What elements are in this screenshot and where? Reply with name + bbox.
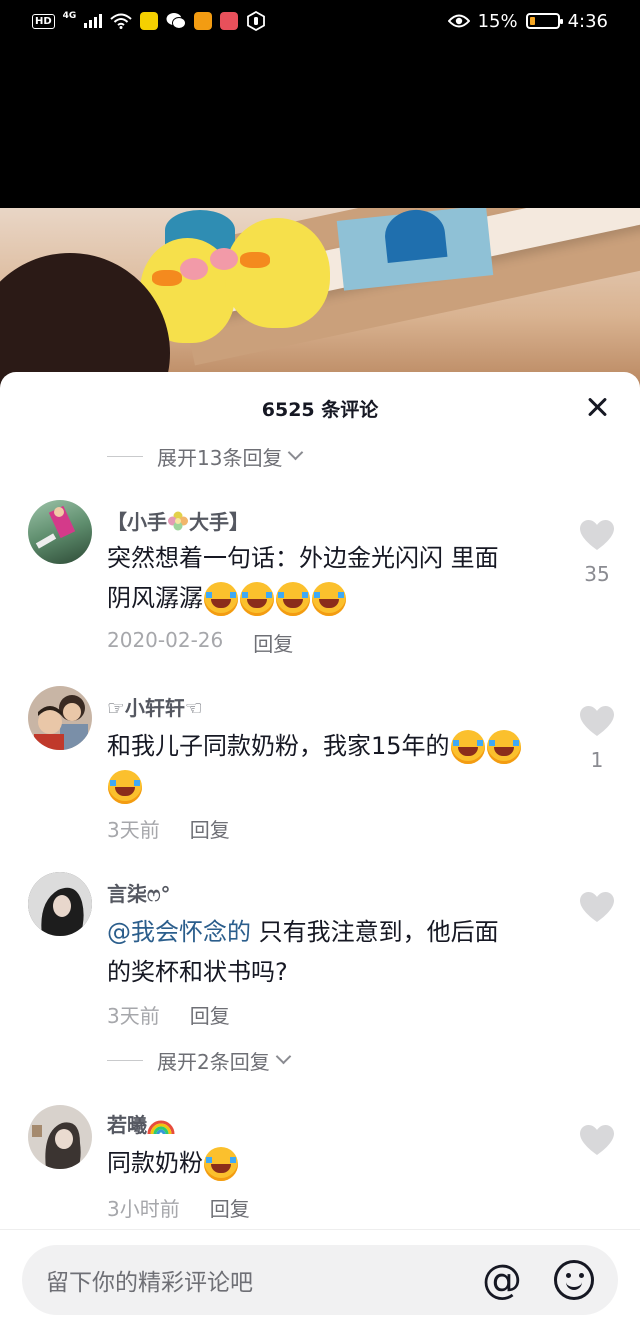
book-app-icon bbox=[220, 12, 239, 30]
comment-author[interactable]: ☞小轩轩☜ bbox=[107, 692, 203, 721]
flower-icon bbox=[168, 511, 188, 531]
comment-meta: 2020-02-26 回复 bbox=[107, 628, 293, 657]
smile-icon[interactable] bbox=[554, 1260, 594, 1300]
comment-text: @我会怀念的 只有我注意到，他后面 的奖杯和状书吗? bbox=[107, 918, 499, 986]
comment-text: 突然想着一句话：外边金光闪闪 里面 阴风潺潺 bbox=[107, 538, 557, 618]
laugh-cry-emoji-icon bbox=[204, 582, 238, 616]
comment-text: 和我儿子同款奶粉，我家15年的 bbox=[107, 726, 557, 806]
expand-replies-button[interactable]: 展开2条回复 bbox=[107, 1046, 292, 1075]
heart-icon[interactable] bbox=[580, 892, 614, 924]
comment-author[interactable]: 若曦 bbox=[107, 1109, 175, 1138]
comment-date: 3天前 bbox=[107, 818, 160, 842]
close-icon[interactable] bbox=[584, 394, 610, 420]
comment-text: 同款奶粉 bbox=[107, 1143, 557, 1183]
comment-date: 2020-02-26 bbox=[107, 628, 224, 652]
expand-replies-label: 展开13条回复 bbox=[157, 446, 283, 470]
comment-count-title: 6525 条评论 bbox=[261, 398, 379, 421]
laugh-cry-emoji-icon bbox=[204, 1147, 238, 1181]
reply-button[interactable]: 回复 bbox=[253, 628, 293, 657]
expand-replies-button[interactable]: 展开13条回复 bbox=[107, 442, 304, 471]
comment-date: 3天前 bbox=[107, 1004, 160, 1028]
avatar[interactable] bbox=[28, 686, 92, 750]
comment-input-bar: 留下你的精彩评论吧 @ bbox=[0, 1229, 640, 1329]
rainbow-icon bbox=[147, 1120, 175, 1135]
laugh-cry-emoji-icon bbox=[312, 582, 346, 616]
eye-icon bbox=[447, 14, 470, 28]
comment-date: 3小时前 bbox=[107, 1197, 180, 1221]
status-bar: HD 4G 15% 4:36 bbox=[0, 0, 640, 42]
comment-input-placeholder[interactable]: 留下你的精彩评论吧 bbox=[46, 1263, 482, 1297]
like-count: 1 bbox=[590, 748, 604, 772]
comment-meta: 3天前 回复 bbox=[107, 1000, 230, 1029]
comment-meta: 3天前 回复 bbox=[107, 814, 230, 843]
like-button[interactable]: 1 bbox=[575, 706, 619, 772]
heart-icon[interactable] bbox=[580, 706, 614, 738]
wifi-icon bbox=[110, 13, 132, 29]
laugh-cry-emoji-icon bbox=[240, 582, 274, 616]
video-letterbox bbox=[0, 42, 640, 208]
avatar[interactable] bbox=[28, 1105, 92, 1169]
hand-icon bbox=[247, 11, 266, 31]
avatar[interactable] bbox=[28, 872, 92, 936]
reply-button[interactable]: 回复 bbox=[210, 1193, 250, 1222]
video-app-icon bbox=[194, 12, 213, 30]
comments-sheet: 6525 条评论 展开13条回复 【小手 大手】 突然想着一句话：外边金光闪闪 里… bbox=[0, 372, 640, 1329]
heart-icon[interactable] bbox=[580, 520, 614, 552]
reply-button[interactable]: 回复 bbox=[190, 1000, 230, 1029]
laugh-cry-emoji-icon bbox=[108, 770, 142, 804]
sheet-header: 6525 条评论 bbox=[0, 372, 640, 444]
expand-replies-label: 展开2条回复 bbox=[157, 1050, 270, 1074]
comment-author[interactable]: 【小手 大手】 bbox=[107, 506, 249, 535]
video-frame[interactable] bbox=[0, 208, 640, 388]
network-type: 4G bbox=[62, 11, 77, 21]
like-button[interactable]: 35 bbox=[575, 520, 619, 586]
like-button[interactable] bbox=[575, 1125, 619, 1161]
clock: 4:36 bbox=[567, 10, 608, 32]
laugh-cry-emoji-icon bbox=[276, 582, 310, 616]
signal-icon bbox=[84, 14, 103, 28]
reply-button[interactable]: 回复 bbox=[190, 814, 230, 843]
heart-icon[interactable] bbox=[580, 1125, 614, 1157]
at-icon[interactable]: @ bbox=[482, 1260, 522, 1300]
like-button[interactable] bbox=[575, 892, 619, 928]
wechat-icon bbox=[166, 13, 187, 29]
chevron-down-icon bbox=[288, 444, 304, 461]
comment-author[interactable]: 言柒ෆ° bbox=[107, 878, 171, 907]
battery-icon bbox=[525, 13, 563, 29]
mention-link[interactable]: @我会怀念的 bbox=[107, 918, 251, 946]
avatar[interactable] bbox=[28, 500, 92, 564]
comment-meta: 3小时前 回复 bbox=[107, 1193, 250, 1222]
app-notification-icon bbox=[140, 12, 159, 30]
laugh-cry-emoji-icon bbox=[450, 730, 485, 764]
chevron-down-icon bbox=[275, 1048, 292, 1065]
like-count: 35 bbox=[584, 562, 610, 586]
comment-input[interactable]: 留下你的精彩评论吧 @ bbox=[22, 1245, 618, 1315]
battery-percent: 15% bbox=[477, 10, 518, 32]
hd-icon: HD bbox=[32, 13, 55, 29]
laugh-cry-emoji-icon bbox=[486, 730, 521, 764]
